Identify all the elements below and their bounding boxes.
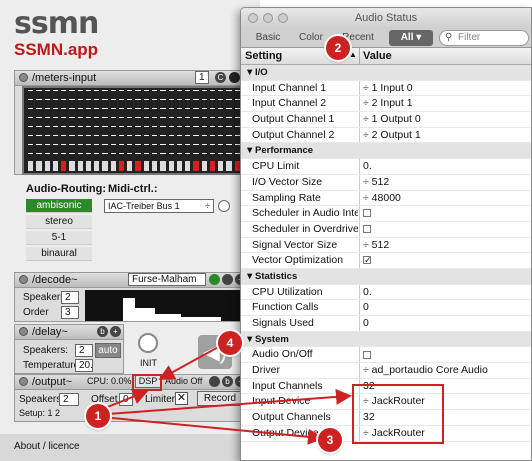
badge-4: 4 — [218, 331, 242, 355]
annotation-arrows — [99, 344, 352, 445]
badge-1: 1 — [86, 404, 110, 428]
highlight-dsp — [132, 374, 162, 391]
arrow-to-output-device — [111, 417, 324, 445]
arrow-to-audio — [158, 344, 223, 380]
badge-3: 3 — [318, 428, 342, 452]
arrow-to-input-device — [107, 388, 352, 415]
badge-2: 2 — [326, 36, 350, 60]
highlight-devices — [352, 384, 444, 444]
